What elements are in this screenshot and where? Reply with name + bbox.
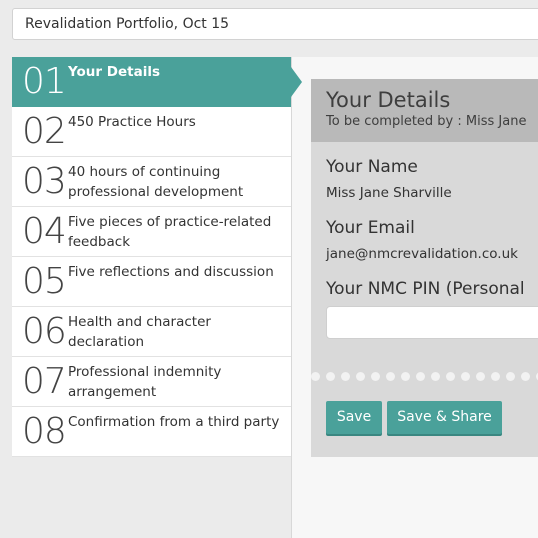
portfolio-selector[interactable]: Revalidation Portfolio, Oct 15 [12, 8, 538, 40]
step-label: 40 hours of continuing professional deve… [68, 164, 244, 200]
save-and-share-button[interactable]: Save & Share [387, 401, 502, 434]
step-item-health-declaration[interactable]: 06 Health and character declaration [12, 307, 291, 357]
step-number: 02 [22, 111, 67, 152]
card-title: Your Details [326, 88, 451, 112]
nmc-pin-input[interactable] [326, 306, 538, 339]
step-number: 03 [22, 161, 67, 202]
step-number: 01 [22, 61, 67, 102]
step-item-practice-hours[interactable]: 02 450 Practice Hours [12, 107, 291, 157]
name-label: Your Name [326, 157, 418, 177]
step-item-confirmation[interactable]: 08 Confirmation from a third party [12, 407, 291, 457]
card-subtitle: To be completed by : Miss Jane [326, 114, 527, 129]
step-label: Five pieces of practice-related feedback [68, 214, 272, 250]
step-list: 01 Your Details 02 450 Practice Hours 03… [12, 57, 302, 457]
email-value: jane@nmcrevalidation.co.uk [326, 246, 518, 262]
step-item-reflections[interactable]: 05 Five reflections and discussion [12, 257, 291, 307]
email-label: Your Email [326, 218, 415, 238]
step-number: 08 [22, 411, 67, 452]
nmc-pin-label: Your NMC PIN (Personal [326, 279, 525, 299]
app-root: Revalidation Portfolio, Oct 15 01 Your D… [0, 0, 538, 538]
step-label: Confirmation from a third party [68, 414, 280, 430]
step-label: Health and character declaration [68, 314, 211, 350]
portfolio-title: Revalidation Portfolio, Oct 15 [25, 16, 230, 32]
step-number: 06 [22, 311, 67, 352]
step-label: 450 Practice Hours [68, 114, 196, 130]
step-label: Five reflections and discussion [68, 264, 274, 280]
step-item-indemnity[interactable]: 07 Professional indemnity arrangement [12, 357, 291, 407]
step-item-cpd[interactable]: 03 40 hours of continuing professional d… [12, 157, 291, 207]
step-number: 05 [22, 261, 67, 302]
step-number: 04 [22, 211, 67, 252]
step-item-your-details[interactable]: 01 Your Details [12, 57, 302, 107]
step-label: Professional indemnity arrangement [68, 364, 222, 400]
step-number: 07 [22, 361, 67, 402]
save-button[interactable]: Save [326, 401, 382, 434]
dotted-divider [311, 372, 538, 384]
step-label: Your Details [68, 64, 160, 80]
details-card: Your Details To be completed by : Miss J… [311, 79, 538, 457]
step-item-feedback[interactable]: 04 Five pieces of practice-related feedb… [12, 207, 291, 257]
name-value: Miss Jane Sharville [326, 185, 452, 201]
card-header: Your Details To be completed by : Miss J… [311, 79, 538, 142]
